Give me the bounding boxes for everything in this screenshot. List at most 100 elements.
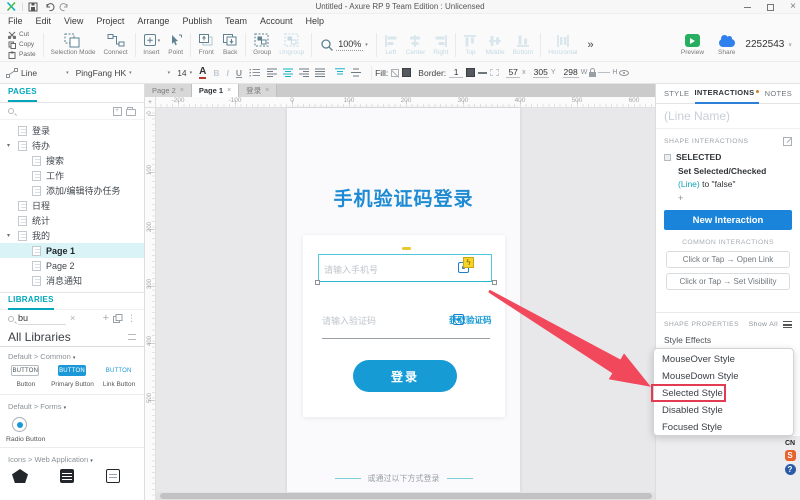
bullet-list-icon[interactable] xyxy=(249,68,261,77)
group-tool[interactable]: Group xyxy=(249,33,275,56)
undo-icon[interactable] xyxy=(44,2,55,12)
lock-ratio-icon[interactable] xyxy=(589,67,597,77)
menu-arrange[interactable]: Arrange xyxy=(137,16,169,26)
library-search-input[interactable]: bu xyxy=(18,313,66,325)
scrollbar-thumb[interactable] xyxy=(160,493,652,499)
selection-handle[interactable] xyxy=(315,280,320,285)
dropdown-item-disabled[interactable]: Disabled Style xyxy=(654,402,793,419)
library-filter-dropdown[interactable]: All Libraries xyxy=(0,327,144,347)
tab-pages[interactable]: PAGES xyxy=(8,84,37,102)
x-field[interactable]: 57 xyxy=(506,67,521,78)
login-card-widget[interactable]: 请输入手机号 ϟ 请输入验证码 获取验证码 登录 xyxy=(303,235,505,417)
widget-button[interactable]: BUTTON Button xyxy=(2,365,49,388)
new-interaction-button[interactable]: New Interaction xyxy=(664,210,792,230)
vertical-align-top-icon[interactable] xyxy=(335,68,346,77)
menu-help[interactable]: Help xyxy=(306,16,325,26)
tree-item[interactable]: 工作 xyxy=(0,168,144,183)
selected-event-header[interactable]: SELECTED xyxy=(656,150,800,164)
italic-button[interactable]: I xyxy=(227,68,229,78)
align-middle-tool[interactable]: Middle xyxy=(481,33,508,56)
selection-mode-tool[interactable]: Selection Mode xyxy=(47,33,100,56)
canvas-tab-page2[interactable]: Page 2 × xyxy=(145,84,192,97)
more-tools-chevron[interactable]: » xyxy=(587,39,593,51)
preview-button[interactable]: Preview xyxy=(677,33,708,56)
ime-indicator[interactable]: CN xyxy=(785,440,795,447)
account-menu[interactable]: 2252543 ∨ xyxy=(745,39,792,50)
tree-item[interactable]: 统计 xyxy=(0,213,144,228)
point-tool[interactable]: Point xyxy=(164,33,187,56)
alt-login-widget[interactable]: 或通过以下方式登录 xyxy=(287,473,520,484)
align-left-tool[interactable]: Left xyxy=(380,33,402,56)
maximize-button[interactable] xyxy=(767,3,775,11)
y-field[interactable]: 305 xyxy=(532,67,549,78)
calculator-solid-icon[interactable] xyxy=(60,469,74,483)
redo-icon[interactable] xyxy=(59,2,70,12)
menu-project[interactable]: Project xyxy=(96,16,124,26)
tab-notes[interactable]: NOTES xyxy=(765,84,792,103)
cut-button[interactable]: Cut xyxy=(8,31,36,39)
widget-primary-button[interactable]: BUTTON Primary Button xyxy=(49,365,96,388)
expand-arrow-icon[interactable]: ▾ xyxy=(7,142,10,149)
close-button[interactable]: × xyxy=(790,2,796,12)
close-tab-icon[interactable]: × xyxy=(227,87,231,94)
tree-item[interactable]: Page 2 xyxy=(0,258,144,273)
fill-none-icon[interactable] xyxy=(391,68,400,77)
action-target[interactable]: (Line) to "false" xyxy=(656,176,800,189)
share-button[interactable]: Share xyxy=(714,33,739,56)
tree-item[interactable]: 消息通知 xyxy=(0,273,144,288)
section-default-common[interactable]: Default > Common ▾ xyxy=(0,347,144,363)
zoom-control[interactable]: 100% ▾ xyxy=(315,38,373,52)
section-icons-webapp[interactable]: Icons > Web Application ▾ xyxy=(0,450,144,466)
text-align-center-icon[interactable] xyxy=(283,68,294,77)
visibility-eye-icon[interactable] xyxy=(619,69,630,76)
widget-link-button[interactable]: BUTTON Link Button xyxy=(95,365,142,388)
collapse-box-icon[interactable] xyxy=(664,153,671,161)
edit-all-icon[interactable] xyxy=(783,137,792,146)
canvas-tab-login[interactable]: 登录 × xyxy=(239,84,278,97)
menu-view[interactable]: View xyxy=(64,16,83,26)
show-all-link[interactable]: Show All xyxy=(749,321,778,328)
menu-publish[interactable]: Publish xyxy=(182,16,212,26)
tree-item[interactable]: ▾ 我的 xyxy=(0,228,144,243)
add-action-plus[interactable]: + xyxy=(656,189,800,203)
tree-item[interactable]: 日程 xyxy=(0,198,144,213)
connect-tool[interactable]: Connect xyxy=(99,33,131,56)
add-page-icon[interactable] xyxy=(113,106,122,116)
back-tool[interactable]: Back xyxy=(218,33,242,56)
ungroup-tool[interactable]: Ungroup xyxy=(275,33,308,56)
border-color-swatch[interactable] xyxy=(466,68,476,77)
library-stack-icon[interactable] xyxy=(113,314,123,323)
paste-button[interactable]: Paste xyxy=(8,51,36,59)
border-style-icon[interactable] xyxy=(478,71,488,74)
selection-handle[interactable] xyxy=(492,280,497,285)
section-default-forms[interactable]: Default > Forms ▾ xyxy=(0,397,144,413)
menu-hamburger-icon[interactable] xyxy=(783,321,792,328)
add-folder-icon[interactable] xyxy=(126,106,136,116)
tab-style[interactable]: STYLE xyxy=(664,84,689,103)
dropdown-item-mouseover[interactable]: MouseOver Style xyxy=(654,351,793,368)
tree-item[interactable]: 登录 xyxy=(0,123,144,138)
action-set-selected[interactable]: Set Selected/Checked xyxy=(656,164,800,176)
align-bottom-tool[interactable]: Bottom xyxy=(509,33,538,56)
login-button-widget[interactable]: 登录 xyxy=(353,360,457,392)
align-top-tool[interactable]: Top xyxy=(459,33,481,56)
align-center-tool[interactable]: Center xyxy=(402,33,430,56)
w-field[interactable]: 298 xyxy=(562,67,579,78)
tree-item[interactable]: 添加/编辑待办任务 xyxy=(0,183,144,198)
close-tab-icon[interactable]: × xyxy=(180,87,184,94)
add-library-icon[interactable]: + xyxy=(103,313,109,324)
menu-account[interactable]: Account xyxy=(260,16,293,26)
save-icon[interactable] xyxy=(28,2,38,12)
text-justify-icon[interactable] xyxy=(315,68,326,77)
font-size-dropdown[interactable]: 14 ▾ xyxy=(177,68,192,78)
tree-item-selected[interactable]: Page 1 xyxy=(0,243,144,258)
vertical-align-middle-icon[interactable] xyxy=(351,68,362,77)
font-style-dropdown[interactable]: ▾ xyxy=(139,70,171,76)
dropdown-item-selected[interactable]: Selected Style xyxy=(654,385,793,402)
border-width-field[interactable]: 1 xyxy=(449,67,464,78)
close-tab-icon[interactable]: × xyxy=(265,87,269,94)
align-right-tool[interactable]: Right xyxy=(429,33,452,56)
text-align-left-icon[interactable] xyxy=(267,68,278,77)
tree-item[interactable]: ▾ 待办 xyxy=(0,138,144,153)
tab-interactions[interactable]: INTERACTIONS xyxy=(694,83,760,104)
